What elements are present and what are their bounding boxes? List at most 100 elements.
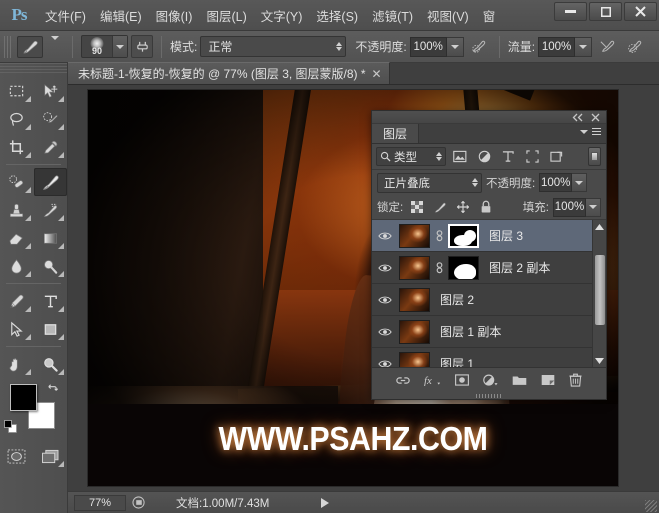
close-panel-icon[interactable] [591, 113, 600, 122]
layer-name[interactable]: 图层 1 副本 [440, 323, 501, 340]
layer-mask-thumbnail[interactable] [448, 223, 479, 248]
menu-layer[interactable]: 图层(L) [199, 4, 253, 26]
layer-visibility-toggle[interactable] [374, 327, 396, 337]
layer-opacity-value[interactable]: 100% [539, 173, 573, 192]
opacity-dropdown-arrow[interactable] [446, 36, 464, 57]
link-layers-button[interactable] [396, 375, 410, 386]
new-group-button[interactable] [512, 374, 527, 386]
maximize-button[interactable] [589, 2, 622, 21]
eraser-tool[interactable] [0, 224, 34, 252]
screen-mode-button[interactable] [34, 442, 68, 470]
healing-brush-tool[interactable] [0, 168, 34, 196]
pressure-opacity-toggle[interactable] [467, 35, 491, 58]
filter-shape-icon[interactable] [522, 147, 542, 167]
tab-close-icon[interactable]: ✕ [372, 67, 382, 81]
fill-arrow[interactable] [586, 197, 601, 217]
menu-edit[interactable]: 编辑(E) [93, 4, 149, 26]
move-tool[interactable] [34, 77, 68, 105]
path-selection-tool[interactable] [0, 315, 34, 343]
menu-file[interactable]: 文件(F) [38, 4, 93, 26]
scroll-down-button[interactable] [593, 354, 606, 367]
mask-link-icon[interactable] [433, 261, 445, 274]
document-proxy-icon[interactable] [126, 496, 152, 509]
close-button[interactable] [624, 2, 657, 21]
quick-selection-tool[interactable] [34, 105, 68, 133]
marquee-tool[interactable] [0, 77, 34, 105]
layer-name[interactable]: 图层 2 [440, 291, 474, 308]
menu-view[interactable]: 视图(V) [420, 4, 476, 26]
brush-panel-toggle[interactable] [131, 35, 153, 58]
mask-link-icon[interactable] [433, 229, 445, 242]
quick-mask-button[interactable] [0, 442, 34, 470]
layer-name[interactable]: 图层 2 副本 [489, 259, 550, 276]
foreground-color-swatch[interactable] [10, 384, 37, 411]
panel-resize-handle[interactable] [372, 392, 606, 399]
collapse-panel-icon[interactable] [572, 113, 584, 122]
tab-layers[interactable]: 图层 [372, 124, 420, 143]
lock-transparency-icon[interactable] [407, 198, 426, 217]
airbrush-toggle[interactable] [595, 35, 619, 58]
lock-position-icon[interactable] [453, 198, 472, 217]
fill-control[interactable]: 100% [553, 197, 601, 217]
filter-enable-toggle[interactable] [588, 147, 601, 166]
eyedropper-tool[interactable] [34, 133, 68, 161]
table-row[interactable]: 图层 2 [372, 284, 606, 316]
zoom-tool[interactable] [34, 350, 68, 378]
layer-opacity-arrow[interactable] [572, 173, 588, 192]
layer-list-scrollbar[interactable] [592, 220, 606, 367]
filter-type-icon[interactable] [498, 147, 518, 167]
new-layer-button[interactable] [541, 374, 555, 386]
document-tab[interactable]: 未标题-1-恢复的-恢复的 @ 77% (图层 3, 图层蒙版/8) * ✕ [68, 62, 390, 84]
swap-colors-icon[interactable] [46, 382, 59, 395]
zoom-level-field[interactable]: 77% [74, 494, 126, 511]
brush-tool[interactable] [33, 168, 67, 196]
menu-filter[interactable]: 滤镜(T) [365, 4, 420, 26]
layer-thumbnail[interactable] [399, 287, 430, 312]
table-row[interactable]: 图层 2 副本 [372, 252, 606, 284]
lasso-tool[interactable] [0, 105, 34, 133]
default-colors-icon[interactable] [4, 420, 18, 434]
pressure-size-toggle[interactable] [622, 35, 646, 58]
table-row[interactable]: 图层 1 [372, 348, 606, 367]
history-brush-tool[interactable] [34, 196, 68, 224]
flow-control[interactable]: 100% [538, 36, 593, 57]
filter-smart-object-icon[interactable] [546, 147, 566, 167]
layer-name[interactable]: 图层 1 [440, 355, 474, 367]
layer-visibility-toggle[interactable] [374, 263, 396, 273]
gradient-tool[interactable] [34, 224, 68, 252]
current-tool-preview[interactable] [17, 35, 43, 58]
fill-value[interactable]: 100% [553, 197, 586, 217]
scrollbar-track[interactable] [593, 233, 606, 354]
layer-blend-mode-select[interactable]: 正片叠底 [377, 172, 482, 193]
menu-window[interactable]: 窗 [476, 4, 503, 26]
layer-mask-thumbnail[interactable] [448, 255, 479, 280]
menu-type[interactable]: 文字(Y) [254, 4, 310, 26]
type-tool[interactable] [34, 287, 68, 315]
panel-title-bar[interactable] [372, 111, 606, 124]
dodge-tool[interactable] [34, 252, 68, 280]
new-adjustment-layer-button[interactable] [483, 374, 498, 387]
scroll-up-button[interactable] [593, 220, 606, 233]
layer-opacity-control[interactable]: 100% [539, 173, 588, 192]
pen-tool[interactable] [0, 287, 34, 315]
layer-thumbnail[interactable] [399, 319, 430, 344]
filter-adjustment-icon[interactable] [474, 147, 494, 167]
flow-dropdown-arrow[interactable] [575, 36, 593, 57]
table-row[interactable]: 图层 3 [372, 220, 606, 252]
menu-select[interactable]: 选择(S) [309, 4, 365, 26]
clone-stamp-tool[interactable] [0, 196, 34, 224]
crop-tool[interactable] [0, 133, 34, 161]
flow-value[interactable]: 100% [538, 36, 576, 57]
tool-preset-dropdown[interactable] [46, 35, 64, 54]
layer-visibility-toggle[interactable] [374, 359, 396, 368]
blur-tool[interactable] [0, 252, 34, 280]
hand-tool[interactable] [0, 350, 34, 378]
layer-visibility-toggle[interactable] [374, 295, 396, 305]
delete-layer-button[interactable] [569, 373, 582, 387]
shape-tool[interactable] [34, 315, 68, 343]
layer-thumbnail[interactable] [399, 223, 430, 248]
scrollbar-thumb[interactable] [595, 255, 605, 325]
tools-panel-grip[interactable] [0, 63, 67, 75]
opacity-control[interactable]: 100% [409, 36, 464, 57]
status-menu-arrow[interactable] [321, 497, 330, 508]
